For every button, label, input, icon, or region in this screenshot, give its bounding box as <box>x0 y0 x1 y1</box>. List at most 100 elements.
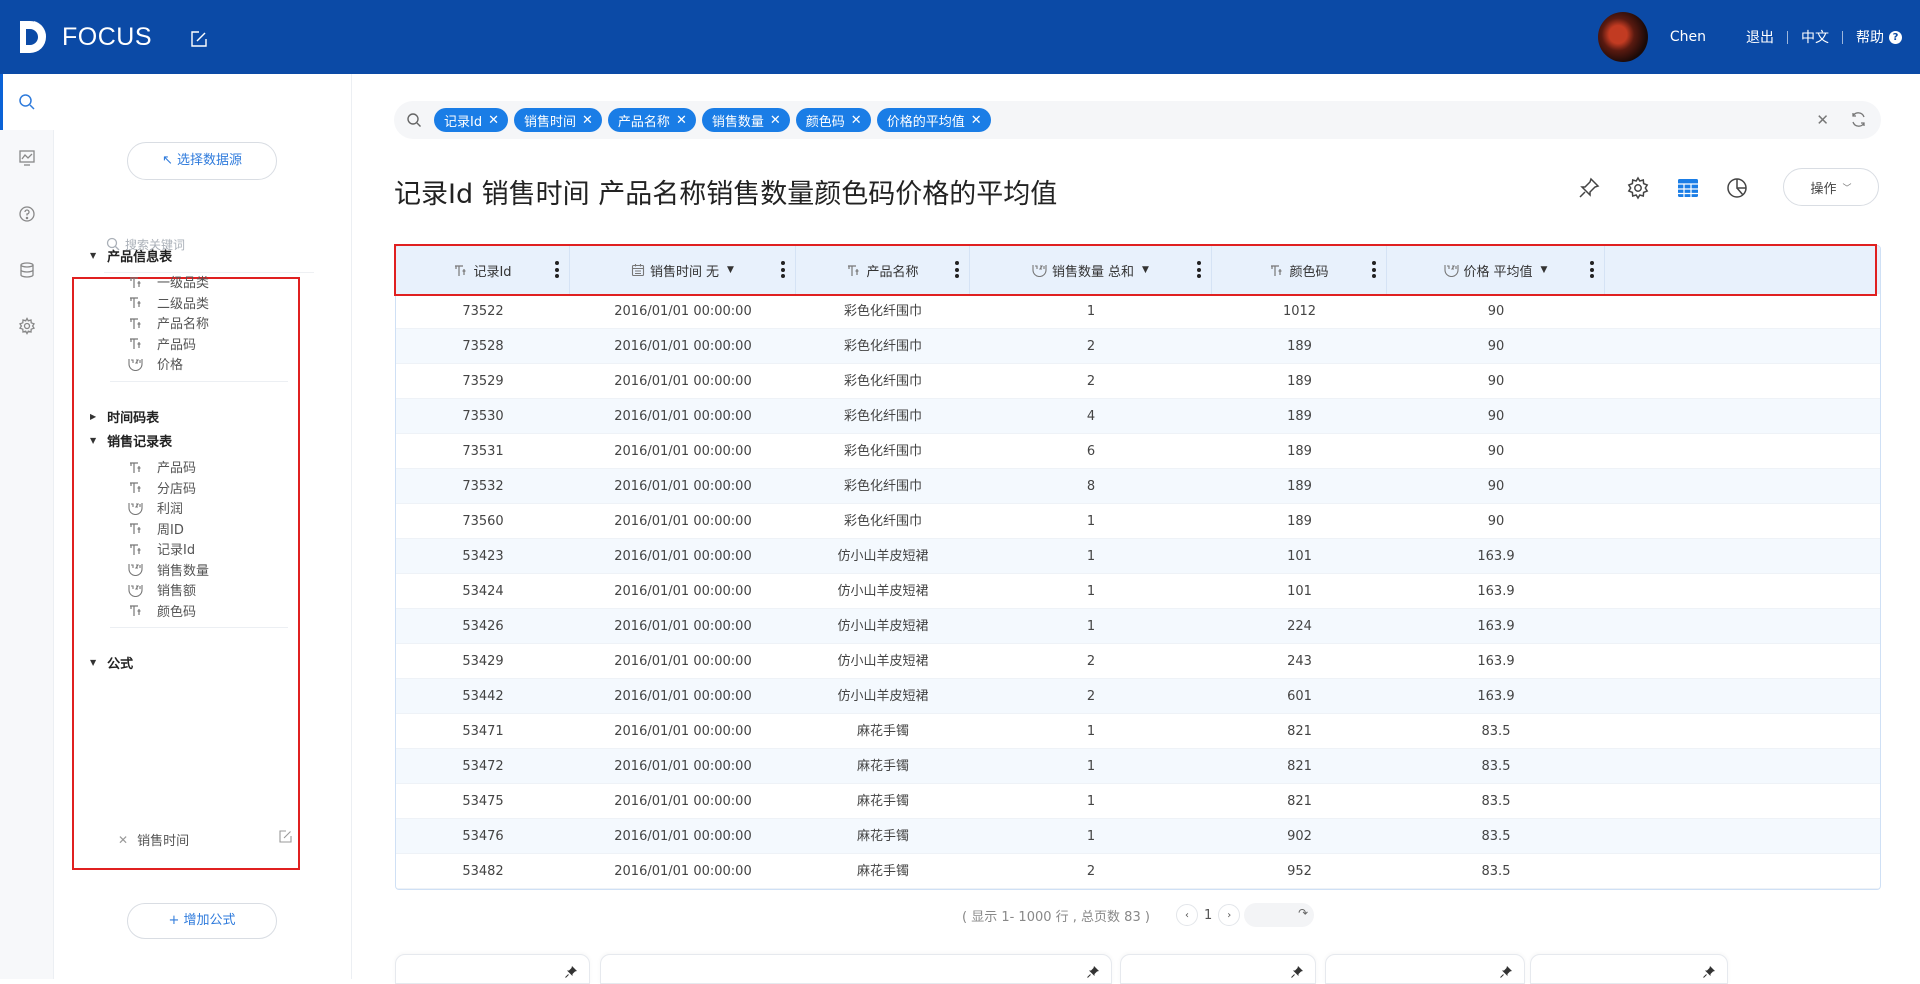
avatar[interactable] <box>1597 12 1648 62</box>
user-name[interactable]: Chen <box>1670 29 1706 45</box>
field-item[interactable]: 分店码 <box>128 478 196 497</box>
pin-icon[interactable] <box>1291 963 1303 982</box>
pagination: ( 显示 1- 1000 行 , 总页数 83 ) ‹ 1 › ↷ <box>962 903 1315 927</box>
help-link[interactable]: 帮助 <box>1856 27 1884 47</box>
search-chip[interactable]: 销售时间 ✕ <box>514 108 602 132</box>
table-row[interactable]: 53423 2016/01/01 00:00:00 仿小山羊皮短裙 1 101 163.9 <box>396 539 1880 574</box>
clear-icon[interactable]: ✕ <box>1816 111 1829 129</box>
pin-icon[interactable] <box>1575 174 1603 202</box>
field-item[interactable]: 产品码 <box>128 334 196 353</box>
table-row[interactable]: 53482 2016/01/01 00:00:00 麻花手镯 2 952 83.5 <box>396 854 1880 889</box>
field-item[interactable]: 销售数量 <box>128 560 209 579</box>
caret-down-icon[interactable]: ▼ <box>90 251 96 260</box>
table-row[interactable]: 73522 2016/01/01 00:00:00 彩色化纤围巾 1 1012 90 <box>396 294 1880 329</box>
pinned-card[interactable] <box>1120 954 1316 984</box>
pin-icon[interactable] <box>1703 963 1715 982</box>
field-item[interactable]: 利润 <box>128 498 183 517</box>
pin-icon[interactable] <box>1500 963 1512 982</box>
formula-item[interactable]: ✕ 销售时间 <box>118 830 292 849</box>
table-row[interactable]: 73528 2016/01/01 00:00:00 彩色化纤围巾 2 189 90 <box>396 329 1880 364</box>
field-item[interactable]: 一级品类 <box>128 272 209 291</box>
logout-link[interactable]: 退出 <box>1746 27 1774 47</box>
table-row[interactable]: 53472 2016/01/01 00:00:00 麻花手镯 1 821 83.5 <box>396 749 1880 784</box>
table-row[interactable]: 73530 2016/01/01 00:00:00 彩色化纤围巾 4 189 90 <box>396 399 1880 434</box>
text-field-icon <box>128 603 144 617</box>
table-row[interactable]: 53424 2016/01/01 00:00:00 仿小山羊皮短裙 1 101 163.9 <box>396 574 1880 609</box>
search-chip[interactable]: 销售数量 ✕ <box>701 108 790 132</box>
dashboard-nav[interactable] <box>0 130 54 186</box>
pinned-card[interactable] <box>1530 954 1728 984</box>
table-group-4[interactable]: ▼ 公式 <box>90 653 133 672</box>
table-row[interactable]: 73529 2016/01/01 00:00:00 彩色化纤围巾 2 189 90 <box>396 364 1880 399</box>
table-row[interactable]: 53476 2016/01/01 00:00:00 麻花手镯 1 902 83.5 <box>396 819 1880 854</box>
search-bar[interactable]: 记录Id ✕ 销售时间 ✕ 产品名称 ✕ 销售数量 ✕ 颜色码 ✕ 价格的平均值 ✕ ✕ <box>394 101 1881 139</box>
gear-icon[interactable] <box>1624 174 1652 202</box>
table-row[interactable]: 73532 2016/01/01 00:00:00 彩色化纤围巾 8 189 90 <box>396 469 1880 504</box>
close-icon[interactable]: ✕ <box>676 113 687 128</box>
table-cell: 彩色化纤围巾 <box>843 339 922 354</box>
pinned-card[interactable] <box>395 954 590 984</box>
field-label: 销售额 <box>157 584 197 599</box>
data-nav[interactable] <box>0 242 54 298</box>
search-nav[interactable] <box>0 74 54 130</box>
field-item[interactable]: 价格 <box>128 354 183 373</box>
table-cell: 1 <box>1086 514 1096 529</box>
search-chip[interactable]: 产品名称 ✕ <box>607 108 696 132</box>
table-group-label: 销售记录表 <box>107 435 173 450</box>
table-row[interactable]: 53442 2016/01/01 00:00:00 仿小山羊皮短裙 2 601 163.9 <box>396 679 1880 714</box>
close-icon[interactable]: ✕ <box>770 113 781 128</box>
field-item[interactable]: 记录Id <box>128 539 195 558</box>
table-group-2[interactable]: ▶ 时间码表 <box>90 407 159 426</box>
table-row[interactable]: 73560 2016/01/01 00:00:00 彩色化纤围巾 1 189 90 <box>396 504 1880 539</box>
caret-down-icon[interactable]: ▼ <box>90 658 96 667</box>
help-nav[interactable] <box>0 186 54 242</box>
chart-view-icon[interactable] <box>1723 174 1751 202</box>
field-item[interactable]: 产品名称 <box>128 313 209 332</box>
table-cell: 1 <box>1086 794 1096 809</box>
table-group-1[interactable]: ▼ 产品信息表 <box>90 246 172 265</box>
language-link[interactable]: 中文 <box>1801 27 1829 47</box>
table-row[interactable]: 53426 2016/01/01 00:00:00 仿小山羊皮短裙 1 224 163.9 <box>396 609 1880 644</box>
pin-icon[interactable] <box>565 963 577 982</box>
table-view-icon[interactable] <box>1674 174 1702 202</box>
field-item[interactable]: 二级品类 <box>128 293 209 312</box>
table-cell: 53472 <box>462 759 504 774</box>
field-item[interactable]: 销售额 <box>128 580 196 599</box>
text-field-icon <box>128 295 144 309</box>
edit-icon[interactable] <box>279 830 292 843</box>
table-group-3[interactable]: ▼ 销售记录表 <box>90 431 172 450</box>
search-chip[interactable]: 价格的平均值 ✕ <box>876 108 991 132</box>
edit-icon[interactable] <box>190 30 208 48</box>
select-datasource-button[interactable]: ↖ 选择数据源 <box>127 142 277 180</box>
pin-icon[interactable] <box>1087 963 1099 982</box>
field-item[interactable]: 周ID <box>128 519 184 538</box>
prev-page-button[interactable]: ‹ <box>1175 904 1198 926</box>
table-row[interactable]: 53475 2016/01/01 00:00:00 麻花手镯 1 821 83.5 <box>396 784 1880 819</box>
refresh-icon[interactable] <box>1850 111 1867 128</box>
field-item[interactable]: 产品码 <box>128 457 196 476</box>
help-icon[interactable]: ? <box>1889 30 1902 44</box>
operations-button[interactable]: 操作 ﹀ <box>1783 168 1879 206</box>
close-icon[interactable]: ✕ <box>851 113 862 128</box>
table-row[interactable]: 53471 2016/01/01 00:00:00 麻花手镯 1 821 83.5 <box>396 714 1880 749</box>
caret-down-icon[interactable]: ▼ <box>90 436 96 445</box>
close-icon[interactable]: ✕ <box>582 113 593 128</box>
search-chip[interactable]: 颜色码 ✕ <box>795 108 871 132</box>
field-item[interactable]: 颜色码 <box>128 601 196 620</box>
table-body: 73522 2016/01/01 00:00:00 彩色化纤围巾 1 1012 90 735… <box>396 294 1880 889</box>
focus-logo[interactable]: FOCUS <box>18 18 152 56</box>
pinned-card[interactable] <box>1325 954 1525 984</box>
add-formula-button[interactable]: + 增加公式 <box>127 903 277 939</box>
close-icon[interactable]: ✕ <box>118 833 128 847</box>
table-row[interactable]: 53429 2016/01/01 00:00:00 仿小山羊皮短裙 2 243 163.9 <box>396 644 1880 679</box>
go-icon[interactable]: ↷ <box>1298 906 1308 920</box>
table-row[interactable]: 73531 2016/01/01 00:00:00 彩色化纤围巾 6 189 90 <box>396 434 1880 469</box>
pinned-card[interactable] <box>600 954 1112 984</box>
next-page-button[interactable]: › <box>1218 904 1241 926</box>
caret-right-icon[interactable]: ▶ <box>90 412 96 421</box>
search-chip[interactable]: 记录Id ✕ <box>434 108 508 132</box>
settings-nav[interactable] <box>0 298 54 354</box>
close-icon[interactable]: ✕ <box>488 113 499 128</box>
page-jump-input[interactable]: ↷ <box>1244 903 1315 927</box>
close-icon[interactable]: ✕ <box>971 113 982 128</box>
